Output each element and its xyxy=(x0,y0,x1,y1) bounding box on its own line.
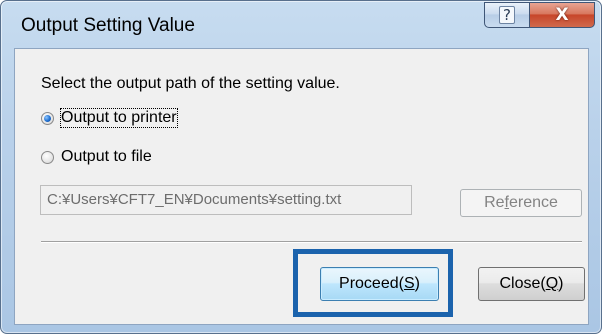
proceed-label-post: ) xyxy=(414,275,420,292)
reference-label-pre: Re xyxy=(484,194,505,211)
close-label-pre: Close( xyxy=(499,275,546,292)
close-button[interactable]: Close(Q) xyxy=(478,267,585,301)
radio-output-to-printer[interactable]: Output to printer xyxy=(41,107,178,129)
reference-button: Reference xyxy=(460,189,582,217)
proceed-label-pre: Proceed( xyxy=(339,275,404,292)
window-close-button[interactable]: X xyxy=(529,2,595,28)
radio-output-to-file[interactable]: Output to file xyxy=(41,146,152,168)
radio-label-printer[interactable]: Output to printer xyxy=(60,108,178,128)
dialog-window: Output Setting Value ? X Select the outp… xyxy=(0,0,602,334)
reference-label-post: erence xyxy=(508,194,558,211)
proceed-label-accel: S xyxy=(403,275,415,292)
window-title: Output Setting Value xyxy=(21,15,195,36)
dialog-client-area: Select the output path of the setting va… xyxy=(14,48,589,325)
output-path-field: C:¥Users¥CFT7_EN¥Documents¥setting.txt xyxy=(40,185,412,215)
radio-label-file[interactable]: Output to file xyxy=(61,148,152,166)
instruction-text: Select the output path of the setting va… xyxy=(41,75,340,92)
close-label-accel: Q xyxy=(545,275,559,292)
close-icon: X xyxy=(555,5,569,25)
close-label-post: ) xyxy=(558,275,564,292)
help-button[interactable]: ? xyxy=(484,2,530,28)
divider xyxy=(41,241,582,243)
proceed-button[interactable]: Proceed(S) xyxy=(320,267,439,301)
radio-unchecked-icon[interactable] xyxy=(41,150,54,164)
radio-checked-icon[interactable] xyxy=(41,111,54,125)
help-icon: ? xyxy=(499,6,515,24)
